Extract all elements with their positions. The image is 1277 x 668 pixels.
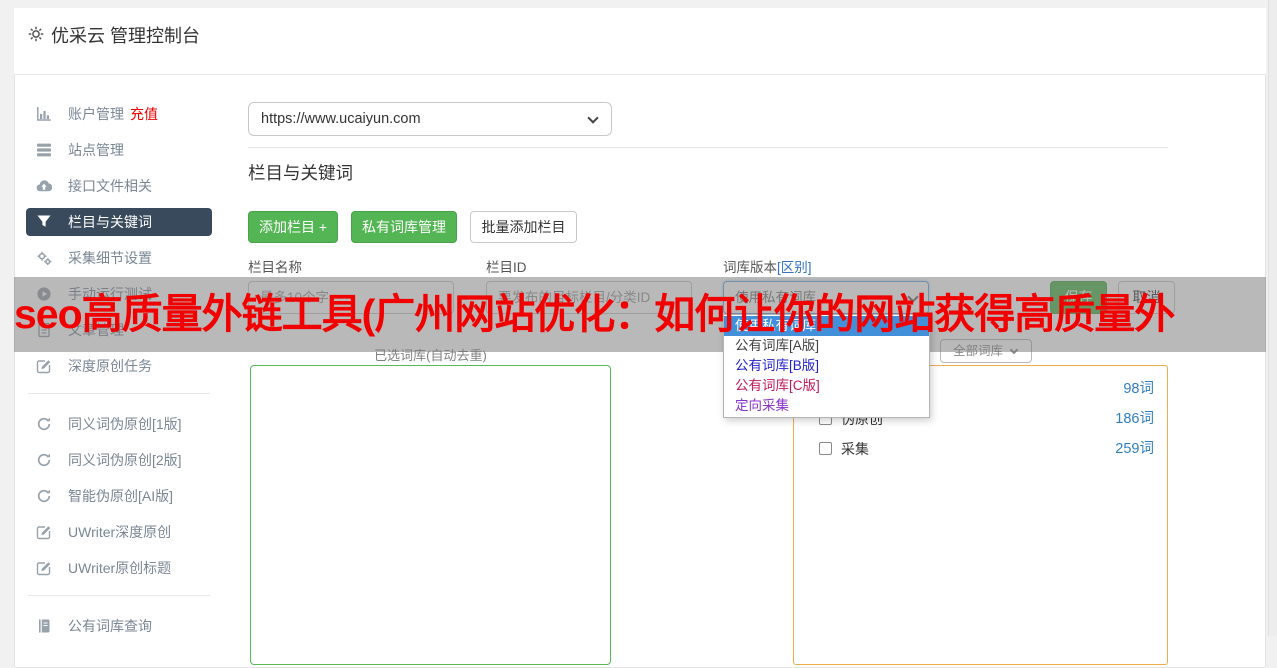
lexicon-word-count: 259词 (1115, 441, 1154, 457)
funnel-icon (36, 214, 52, 230)
sidebar-item-label: 接口文件相关 (68, 178, 152, 194)
sidebar-item-label: 智能伪原创[AI版] (68, 488, 174, 504)
recharge-badge[interactable]: 充值 (130, 104, 158, 124)
sidebar-item-label: 栏目与关键词 (68, 214, 152, 230)
lexicon-word-count: 186词 (1115, 411, 1154, 427)
lexicon-checkbox[interactable] (819, 442, 832, 455)
column-name-label: 栏目名称 (248, 260, 302, 275)
sidebar-item[interactable]: 接口文件相关 (26, 172, 212, 200)
sidebar-item[interactable]: UWriter原创标题 (26, 554, 212, 582)
pencil-square-icon (36, 524, 52, 540)
lexicon-row: 采集 259词 (794, 439, 1167, 463)
version-diff-link[interactable]: [区别] (777, 260, 812, 275)
sidebar-item[interactable]: 栏目与关键词 (26, 208, 212, 236)
lexicon-version-option[interactable]: 公有词库[C版] (724, 376, 929, 396)
sync-icon (36, 452, 52, 468)
sidebar-item-label: 同义词伪原创[2版] (68, 452, 182, 468)
site-url-value: https://www.ucaiyun.com (261, 111, 421, 127)
batch-add-button[interactable]: 批量添加栏目 (470, 211, 577, 243)
sidebar-item[interactable]: 同义词伪原创[2版] (26, 446, 212, 474)
pencil-square-icon (36, 358, 52, 374)
sidebar-item-label: 账户管理 (68, 106, 124, 122)
sidebar-item[interactable]: 采集细节设置 (26, 244, 212, 272)
sidebar-item-label: 采集细节设置 (68, 250, 152, 266)
selected-lexicon-box[interactable] (250, 365, 611, 665)
sidebar-item-label: 公有词库查询 (68, 618, 152, 634)
sidebar-item[interactable]: UWriter深度原创 (26, 518, 212, 546)
lexicon-word-count: 98词 (1123, 381, 1154, 397)
sidebar-item[interactable]: 站点管理 (26, 136, 212, 164)
sidebar-divider (28, 595, 210, 596)
server-icon (36, 142, 52, 158)
book-icon (36, 618, 52, 634)
app-title: 优采云 管理控制台 (51, 26, 201, 46)
sidebar-item[interactable]: 账户管理 充值 (26, 100, 212, 128)
sidebar-item[interactable]: 同义词伪原创[1版] (26, 410, 212, 438)
private-lexicon-button[interactable]: 私有词库管理 (351, 211, 457, 243)
section-divider (248, 147, 1168, 148)
sidebar-item[interactable]: 智能伪原创[AI版] (26, 482, 212, 510)
gears-icon (36, 250, 52, 266)
lexicon-version-label: 词库版本[区别] (723, 260, 812, 275)
sidebar-item-label: 站点管理 (68, 142, 124, 158)
page-title: 栏目与关键词 (248, 163, 353, 183)
lexicon-version-option[interactable]: 定向采集 (724, 396, 929, 416)
lexicon-row-label: 采集 (841, 441, 869, 457)
app-header: 优采云 管理控制台 (14, 8, 1266, 75)
chevron-down-icon (587, 112, 599, 124)
sidebar-menu: 账户管理充值站点管理接口文件相关栏目与关键词采集细节设置手动运行测试文章管理深度… (26, 100, 212, 648)
sidebar-item-label: 同义词伪原创[1版] (68, 416, 182, 432)
column-id-label: 栏目ID (486, 260, 527, 275)
sidebar-divider (28, 393, 210, 394)
bar-chart-icon (36, 106, 52, 122)
sidebar-item-label: UWriter深度原创 (68, 524, 172, 540)
sidebar-item-label: UWriter原创标题 (68, 560, 172, 576)
sync-icon (36, 416, 52, 432)
sync-icon (36, 488, 52, 504)
sidebar-item-label: 深度原创任务 (68, 358, 152, 374)
pencil-square-icon (36, 560, 52, 576)
add-column-button[interactable]: 添加栏目 + (248, 211, 338, 243)
sidebar-item[interactable]: 深度原创任务 (26, 352, 212, 380)
cloud-upload-icon (36, 178, 53, 194)
gear-icon (27, 25, 45, 43)
lexicon-version-option[interactable]: 公有词库[B版] (724, 356, 929, 376)
site-url-select[interactable]: https://www.ucaiyun.com (248, 102, 612, 136)
ad-overlay-text: seo高质量外链工具(广州网站优化：如何让你的网站获得高质量外 (14, 291, 1175, 337)
